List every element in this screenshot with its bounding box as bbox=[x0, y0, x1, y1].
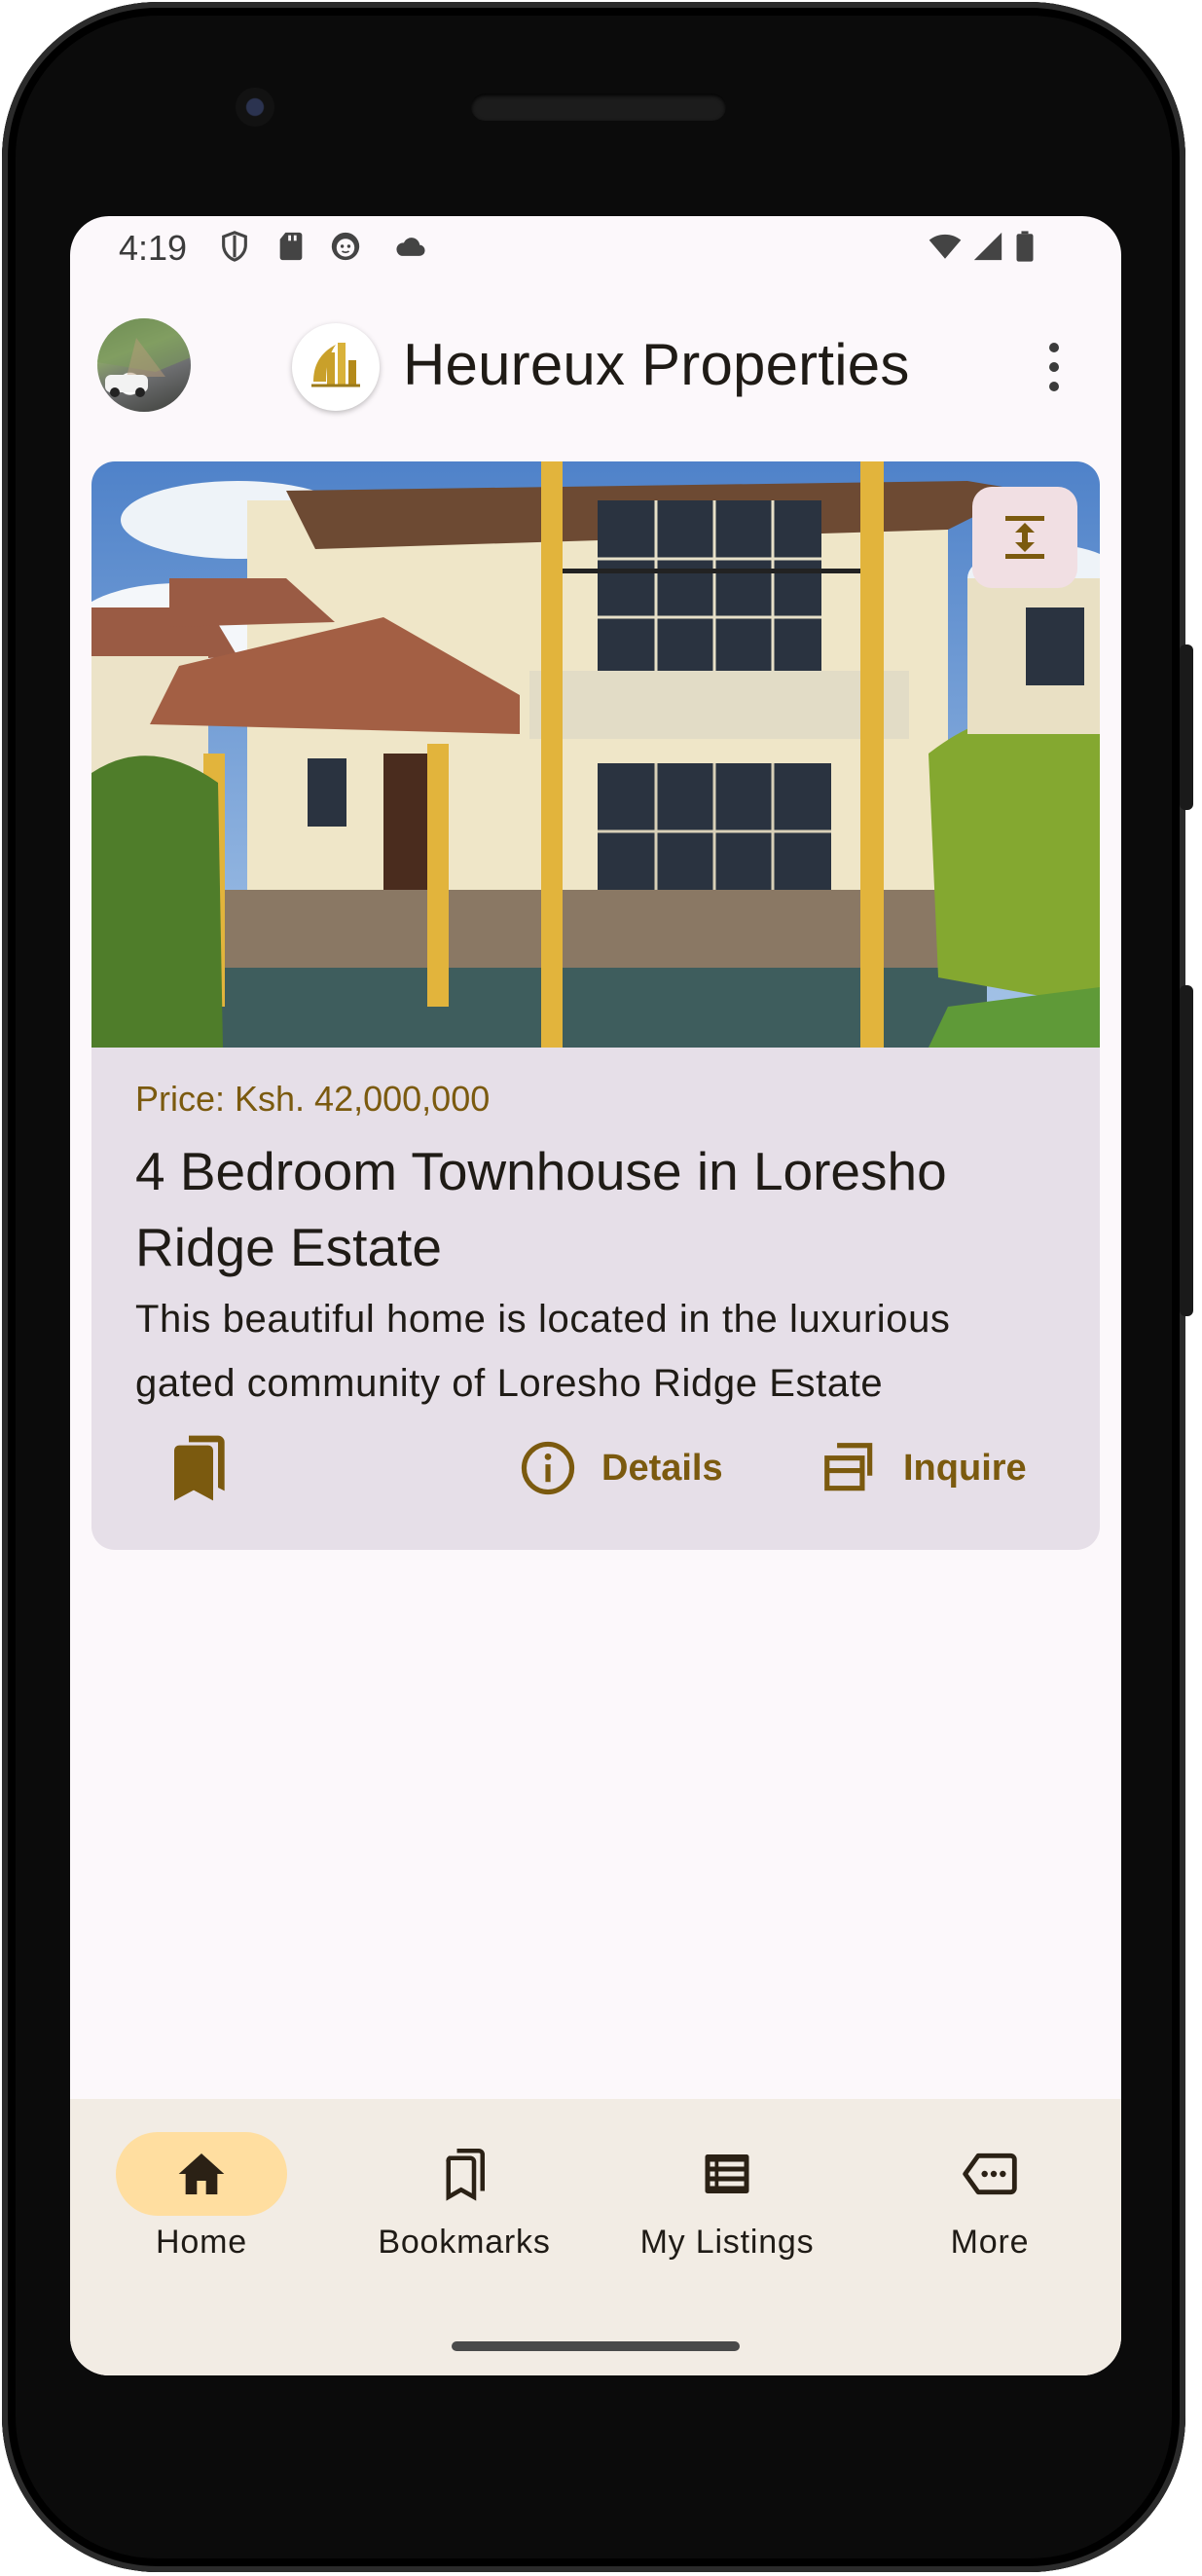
app-logo bbox=[292, 323, 380, 411]
inquire-label: Inquire bbox=[903, 1447, 1027, 1489]
shield-icon bbox=[222, 231, 247, 262]
front-camera bbox=[236, 88, 274, 127]
screen: 4:19 Heureux Properties Price: Ksh. 42,0… bbox=[70, 216, 1121, 2375]
nav-active-indicator bbox=[116, 2132, 287, 2216]
status-bar: 4:19 bbox=[70, 216, 1121, 284]
listing-title: 4 Bedroom Townhouse in Loresho Ridge Est… bbox=[135, 1141, 947, 1277]
info-icon bbox=[521, 1441, 575, 1495]
cloud-icon bbox=[396, 238, 425, 256]
bookmarks-filled-icon bbox=[174, 1435, 225, 1501]
overflow-menu-button[interactable] bbox=[1024, 333, 1082, 401]
sd-card-icon bbox=[279, 232, 303, 261]
earpiece-speaker bbox=[471, 93, 726, 121]
bookmarks-icon bbox=[446, 2149, 485, 2201]
battery-icon bbox=[1016, 231, 1034, 262]
more-vert-icon-dot bbox=[1049, 362, 1059, 372]
expand-vertical-icon bbox=[1005, 516, 1044, 559]
nav-item-more[interactable]: More bbox=[858, 2132, 1121, 2262]
nav-icon-container bbox=[379, 2132, 550, 2216]
buildings-logo-icon bbox=[311, 343, 360, 387]
nav-label-bookmarks: Bookmarks bbox=[378, 2224, 551, 2261]
details-label: Details bbox=[601, 1447, 723, 1489]
nav-item-home[interactable]: Home bbox=[70, 2132, 333, 2262]
expand-button[interactable] bbox=[972, 487, 1077, 588]
nav-icon-container bbox=[904, 2132, 1075, 2216]
nav-label-my-listings: My Listings bbox=[639, 2224, 815, 2261]
gesture-home-indicator[interactable] bbox=[452, 2341, 740, 2351]
emoji-icon bbox=[331, 232, 360, 261]
cellular-signal-icon bbox=[973, 232, 1002, 261]
property-photo bbox=[91, 461, 1100, 1048]
list-icon bbox=[705, 2154, 749, 2193]
details-button[interactable]: Details bbox=[518, 1429, 723, 1507]
nav-item-my-listings[interactable]: My Listings bbox=[596, 2132, 858, 2262]
nav-item-bookmarks[interactable]: Bookmarks bbox=[333, 2132, 596, 2262]
bottom-navigation: Home Bookmarks My Listings More bbox=[70, 2099, 1121, 2375]
inquire-button[interactable]: Inquire bbox=[820, 1429, 1027, 1507]
bookmark-button[interactable] bbox=[160, 1429, 237, 1507]
app-title: Heureux Properties bbox=[403, 332, 910, 397]
more-vert-icon-dot bbox=[1049, 382, 1059, 391]
status-time: 4:19 bbox=[119, 228, 188, 268]
nav-label-more: More bbox=[950, 2224, 1030, 2261]
nav-icon-container bbox=[641, 2132, 813, 2216]
listing-description: This beautiful home is located in the lu… bbox=[135, 1298, 951, 1405]
phone-frame: 4:19 Heureux Properties Price: Ksh. 42,0… bbox=[2, 2, 1193, 2572]
listing-price: Price: Ksh. 42,000,000 bbox=[135, 1079, 491, 1119]
more-vert-icon bbox=[1049, 343, 1059, 352]
home-icon bbox=[178, 2153, 225, 2194]
user-avatar[interactable] bbox=[97, 318, 191, 412]
wifi-icon bbox=[929, 234, 962, 259]
volume-button bbox=[1180, 985, 1193, 1316]
inquire-cards-icon bbox=[824, 1443, 873, 1491]
more-tag-icon bbox=[963, 2153, 1017, 2195]
avatar-photo bbox=[97, 318, 191, 397]
nav-label-home: Home bbox=[156, 2224, 247, 2261]
listing-card[interactable]: Price: Ksh. 42,000,000 4 Bedroom Townhou… bbox=[91, 461, 1100, 1550]
power-button bbox=[1180, 644, 1193, 810]
